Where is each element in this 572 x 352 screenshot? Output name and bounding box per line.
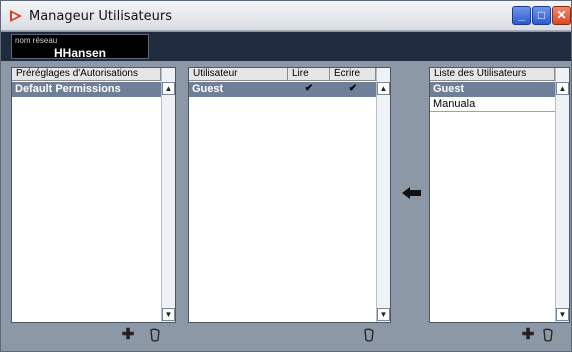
- title-bar[interactable]: Manageur Utilisateurs _ □ ✕: [1, 1, 571, 31]
- read-column-header: Lire: [288, 68, 330, 81]
- scroll-down-icon[interactable]: ▼: [162, 308, 175, 321]
- remove-user-icon[interactable]: [541, 328, 555, 342]
- minimize-button[interactable]: _: [512, 6, 531, 25]
- write-column-header: Écrire: [330, 68, 376, 81]
- read-check-icon[interactable]: ✔: [288, 82, 330, 96]
- user-item-manuala[interactable]: Manuala: [430, 97, 555, 112]
- presets-scrollbar[interactable]: ▲ ▼: [161, 68, 175, 322]
- arrow-left-icon[interactable]: [401, 186, 423, 200]
- users-scrollbar[interactable]: ▲ ▼: [555, 68, 569, 322]
- window-title: Manageur Utilisateurs: [29, 9, 172, 24]
- user-column-header: Utilisateur: [189, 68, 288, 81]
- presets-panel: Préréglages d'Autorisations Default Perm…: [11, 67, 176, 323]
- close-button[interactable]: ✕: [552, 6, 571, 25]
- presets-column-header: Préréglages d'Autorisations: [12, 68, 161, 81]
- add-preset-icon[interactable]: ✚: [121, 327, 135, 342]
- scroll-up-icon[interactable]: ▲: [162, 82, 175, 95]
- network-header: nom réseau HHansen: [1, 32, 571, 61]
- permissions-panel: Utilisateur Lire Écrire Guest ✔ ✔ ▲ ▼: [188, 67, 391, 323]
- remove-permission-icon[interactable]: [362, 328, 376, 342]
- scroll-down-icon[interactable]: ▼: [377, 308, 390, 321]
- scroll-up-icon[interactable]: ▲: [377, 82, 390, 95]
- scroll-up-icon[interactable]: ▲: [556, 82, 569, 95]
- add-user-icon[interactable]: ✚: [521, 327, 535, 342]
- permissions-scrollbar[interactable]: ▲ ▼: [376, 68, 390, 322]
- user-item-guest[interactable]: Guest: [430, 82, 555, 97]
- write-check-icon[interactable]: ✔: [330, 82, 376, 96]
- network-user-box: nom réseau HHansen: [11, 34, 149, 60]
- network-name-label: nom réseau: [15, 36, 58, 45]
- maximize-button[interactable]: □: [532, 6, 551, 25]
- user-manager-window: Manageur Utilisateurs _ □ ✕ nom réseau H…: [0, 0, 572, 352]
- permission-row-guest[interactable]: Guest ✔ ✔: [189, 82, 376, 97]
- remove-preset-icon[interactable]: [148, 328, 162, 342]
- users-column-header: Liste des Utilisateurs: [430, 68, 555, 81]
- preset-item-default[interactable]: Default Permissions: [12, 82, 161, 97]
- network-user-name: HHansen: [53, 46, 106, 60]
- users-list-panel: Liste des Utilisateurs Guest Manuala ▲ ▼: [429, 67, 570, 323]
- permission-user-name: Guest: [192, 83, 224, 95]
- scroll-down-icon[interactable]: ▼: [556, 308, 569, 321]
- app-logo-icon: [10, 10, 22, 22]
